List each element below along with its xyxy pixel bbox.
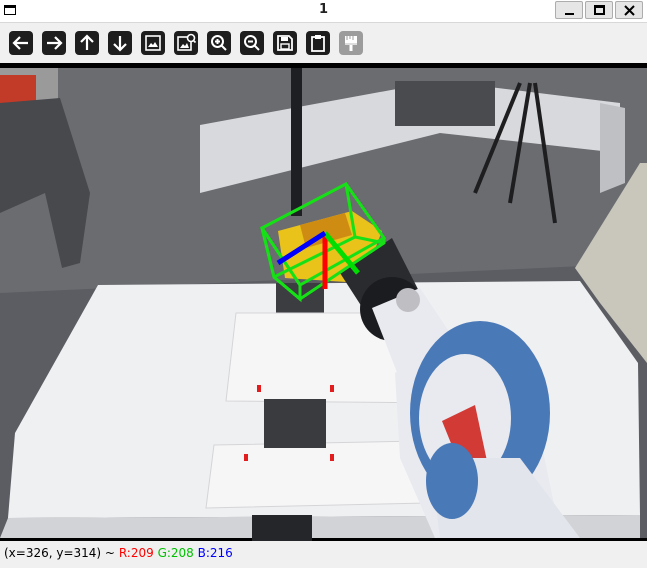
arrow-left-icon — [12, 36, 28, 50]
pan-up-button[interactable] — [75, 31, 99, 55]
blue-value: B:216 — [197, 546, 233, 560]
save-icon — [277, 35, 293, 51]
arrow-up-icon — [80, 34, 94, 50]
green-value: G:208 — [157, 546, 194, 560]
pan-right-button[interactable] — [42, 31, 66, 55]
status-bar: (x=326, y=314) ~ R:209 G:208 B:216 — [0, 541, 647, 568]
camera-image — [0, 68, 647, 541]
clipboard-icon — [311, 35, 325, 52]
zoom-fit-button[interactable] — [174, 31, 198, 55]
dark-target-square — [264, 399, 326, 448]
image-icon — [145, 35, 161, 51]
title-bar: 1 — [0, 0, 647, 23]
copy-clipboard-button[interactable] — [306, 31, 330, 55]
pan-down-button[interactable] — [108, 31, 132, 55]
zoom-in-icon — [211, 35, 227, 51]
properties-icon — [345, 36, 357, 51]
pan-left-button[interactable] — [9, 31, 33, 55]
arrow-right-icon — [47, 36, 63, 50]
window-title: 1 — [318, 2, 329, 17]
zoom-original-button[interactable] — [141, 31, 165, 55]
close-icon — [624, 5, 635, 16]
cursor-coordinates: (x=326, y=314) ~ — [4, 546, 115, 560]
arrow-down-icon — [113, 36, 127, 52]
pixel-info: (x=326, y=314) ~ R:209 G:208 B:216 — [4, 546, 233, 560]
properties-button[interactable] — [339, 31, 363, 55]
image-fit-icon — [177, 33, 197, 51]
red-value: R:209 — [118, 546, 154, 560]
close-button[interactable] — [615, 1, 643, 19]
maximize-button[interactable] — [585, 1, 613, 19]
save-button[interactable] — [273, 31, 297, 55]
minimize-button[interactable] — [555, 1, 583, 19]
zoom-out-icon — [244, 35, 260, 51]
black-pole — [291, 68, 302, 216]
image-viewport[interactable] — [0, 63, 647, 541]
zoom-out-button[interactable] — [240, 31, 264, 55]
toolbar — [0, 23, 647, 63]
zoom-in-button[interactable] — [207, 31, 231, 55]
